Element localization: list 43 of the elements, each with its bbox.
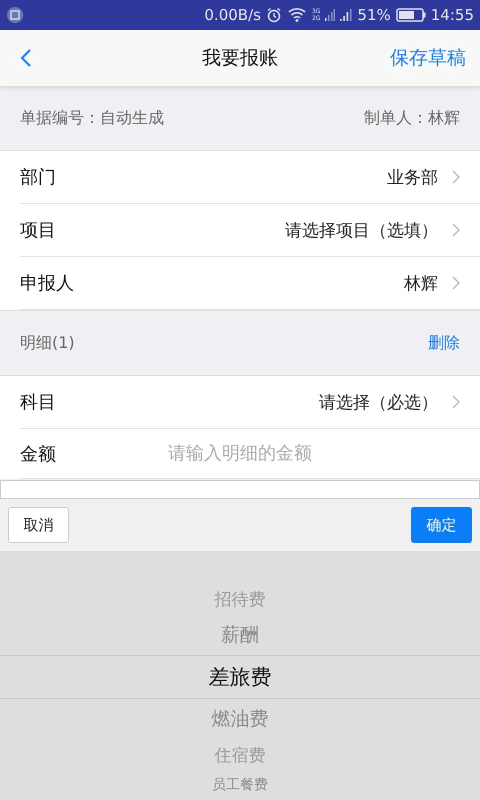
field-label: 科目 bbox=[20, 391, 57, 414]
section-title: 明细(1) bbox=[20, 332, 75, 354]
delete-link[interactable]: 删除 bbox=[428, 332, 460, 354]
signal-icon bbox=[340, 8, 352, 22]
notification-icon bbox=[6, 6, 24, 24]
signal-icon bbox=[325, 8, 336, 22]
document-number: 单据编号：自动生成 bbox=[20, 108, 164, 128]
field-value: 林辉 bbox=[403, 272, 438, 294]
amount-field[interactable]: 请输入明细的金额 bbox=[168, 443, 460, 464]
battery-icon bbox=[396, 8, 426, 22]
form-row[interactable]: 项目 请选择项目（选填） bbox=[20, 204, 480, 257]
field-value: 请选择（必选） bbox=[318, 392, 438, 414]
chevron-icon bbox=[452, 276, 460, 290]
cancel-button[interactable]: 取消 bbox=[8, 507, 69, 543]
battery-percent: 51% bbox=[357, 6, 391, 24]
picker-option[interactable]: 住宿费 bbox=[214, 744, 266, 766]
picker-option[interactable]: 招待费 bbox=[214, 588, 266, 610]
save-draft-link[interactable]: 保存草稿 bbox=[390, 45, 466, 71]
field-label: 金额 bbox=[20, 442, 57, 466]
picker-option[interactable]: 员工餐费 bbox=[212, 776, 268, 794]
chevron-icon bbox=[452, 170, 460, 184]
form-row[interactable]: 科目 请选择（必选） bbox=[20, 376, 480, 429]
chevron-icon bbox=[452, 223, 460, 237]
creator: 制单人：林辉 bbox=[364, 108, 460, 128]
field-value: 业务部 bbox=[386, 166, 438, 188]
picker-option[interactable]: 差旅费 bbox=[208, 663, 272, 691]
page-title: 我要报账 bbox=[202, 46, 278, 71]
picker-wheel[interactable]: 招待费 薪酬 差旅费 燃油费 住宿费 员工餐费 bbox=[0, 551, 480, 800]
chevron-icon bbox=[452, 395, 460, 409]
clock: 14:55 bbox=[430, 6, 474, 24]
alarm-icon bbox=[266, 7, 282, 23]
back-icon[interactable] bbox=[20, 48, 32, 68]
field-value: 请选择项目（选填） bbox=[284, 220, 438, 242]
wifi-icon bbox=[286, 7, 307, 23]
confirm-button[interactable]: 确定 bbox=[411, 507, 472, 543]
picker-option[interactable]: 燃油费 bbox=[212, 706, 268, 732]
field-label: 项目 bbox=[20, 219, 57, 242]
network-speed: 0.00B/s bbox=[204, 6, 261, 24]
field-label: 申报人 bbox=[20, 272, 75, 295]
picker-option[interactable]: 薪酬 bbox=[221, 622, 259, 648]
form-row[interactable]: 部门 业务部 bbox=[20, 151, 480, 204]
field-label: 部门 bbox=[20, 166, 57, 189]
form-row[interactable]: 申报人 林辉 bbox=[20, 257, 480, 310]
